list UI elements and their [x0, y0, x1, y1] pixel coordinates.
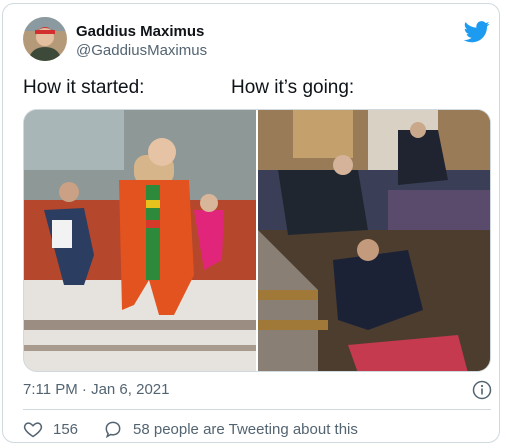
display-name[interactable]: Gaddius Maximus: [76, 23, 204, 40]
heart-icon: [23, 422, 43, 438]
media-grid: [23, 109, 491, 372]
tweet-timestamp[interactable]: 7:11 PM · Jan 6, 2021: [23, 381, 169, 398]
avatar[interactable]: [23, 17, 67, 61]
caption-left: How it started:: [23, 77, 145, 98]
divider: [23, 409, 491, 410]
like-count: 156: [53, 420, 79, 438]
user-handle[interactable]: @GaddiusMaximus: [76, 42, 207, 59]
twitter-bird-icon[interactable]: [463, 21, 490, 43]
conversation-text: 58 people are Tweeting about this: [133, 420, 358, 438]
conversation-button[interactable]: 58 people are Tweeting about this: [103, 419, 358, 439]
caption-right: How it’s going:: [231, 77, 355, 98]
tweet-card: Gaddius Maximus @GaddiusMaximus How it s…: [2, 3, 500, 443]
photo-kneeling-ceremony[interactable]: [24, 110, 256, 371]
like-button[interactable]: 156: [23, 419, 78, 439]
info-icon[interactable]: [472, 380, 492, 400]
speech-bubble-icon: [105, 421, 121, 439]
photo-capitol-chamber[interactable]: [258, 110, 490, 371]
